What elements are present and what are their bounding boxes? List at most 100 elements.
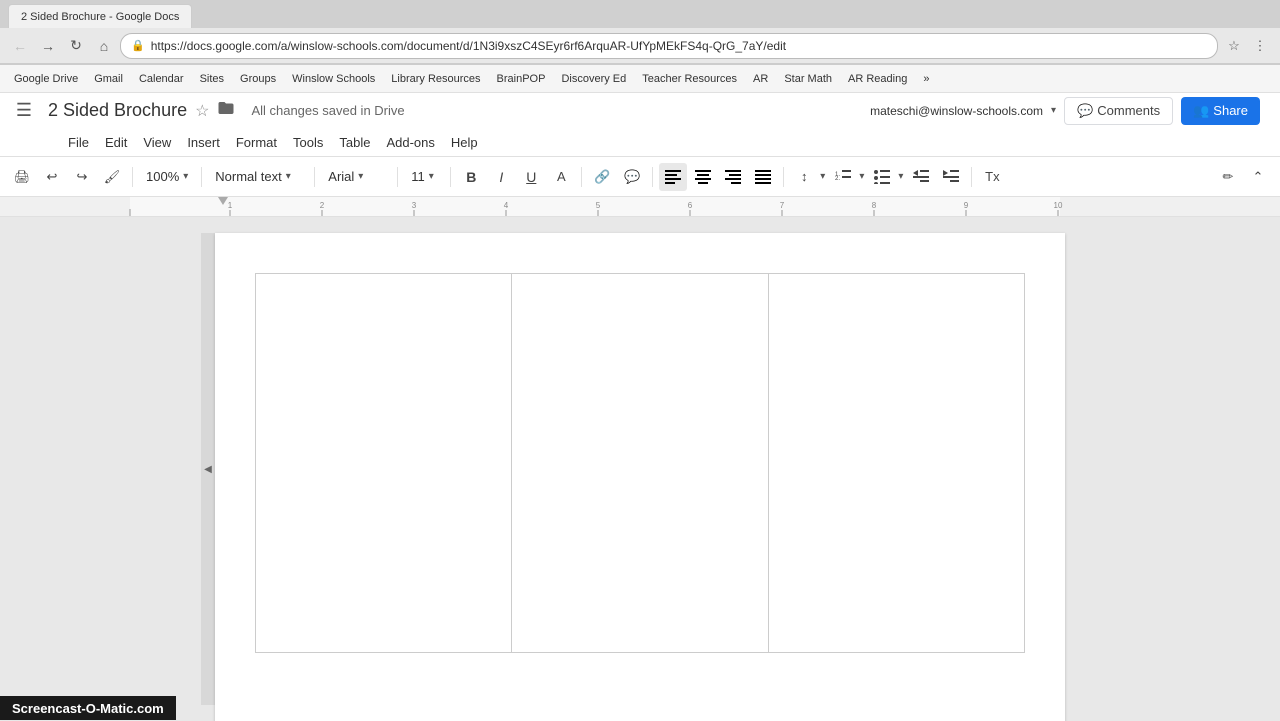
share-people-icon: 👥 [1193,103,1209,119]
align-right-button[interactable] [719,163,747,191]
style-caret-icon: ▾ [286,171,291,182]
undo-button[interactable]: ↩ [38,163,66,191]
reload-button[interactable]: ↻ [64,34,88,58]
numbered-list-button[interactable]: 1.2. [829,163,857,191]
table-cell-2[interactable] [512,274,768,653]
bookmark-item-drive[interactable]: Google Drive [8,71,84,87]
font-caret-icon: ▾ [358,171,363,182]
menu-view[interactable]: View [135,131,179,154]
document-page[interactable]: | [215,233,1065,721]
divider-7 [652,167,653,187]
print-button[interactable]: 🖨 [8,163,36,191]
indent-decrease-button[interactable] [907,163,935,191]
font-value: Arial [328,169,354,184]
divider-8 [783,167,784,187]
bookmark-item-teacher[interactable]: Teacher Resources [636,71,743,87]
table-cell-3[interactable] [768,274,1024,653]
paint-format-button[interactable]: 🖌 [98,163,126,191]
ssl-lock-icon: 🔒 [131,39,145,52]
back-button[interactable]: ← [8,34,32,58]
comments-icon: 💬 [1077,103,1093,119]
brochure-table [255,273,1025,653]
svg-text:4: 4 [504,201,509,210]
insert-link-button[interactable]: 🔗 [588,163,616,191]
browser-menu-icon[interactable]: ⋮ [1248,34,1272,58]
fontsize-select[interactable]: 11 ▾ [404,164,444,190]
bookmark-item-winslow[interactable]: Winslow Schools [286,71,381,87]
bookmark-item-brainpop[interactable]: BrainPOP [491,71,552,87]
svg-text:8: 8 [872,201,877,210]
favorite-star-icon[interactable]: ☆ [195,101,209,121]
bookmark-item-starmath[interactable]: Star Math [778,71,838,87]
address-bar[interactable]: 🔒 https://docs.google.com/a/winslow-scho… [120,33,1218,59]
gdocs-app: ☰ 2 Sided Brochure ☆ All changes saved i… [0,93,1280,721]
move-to-folder-icon[interactable] [217,99,235,122]
comments-button[interactable]: 💬 Comments [1064,97,1173,125]
insert-comment-button[interactable]: 💬 [618,163,646,191]
bookmark-item-ar[interactable]: AR [747,71,774,87]
ruler-markings: 1 2 3 4 5 6 7 8 9 10 [0,197,1280,217]
style-value: Normal text [215,169,281,184]
bookmark-star-icon[interactable]: ☆ [1222,34,1246,58]
docs-body[interactable]: ◀ | [0,217,1280,721]
docs-header: ☰ 2 Sided Brochure ☆ All changes saved i… [0,93,1280,157]
font-select[interactable]: Arial ▾ [321,164,391,190]
menu-format[interactable]: Format [228,131,285,154]
menu-addons[interactable]: Add-ons [378,131,442,154]
bold-button[interactable]: B [457,163,485,191]
bookmark-item-calendar[interactable]: Calendar [133,71,190,87]
svg-text:9: 9 [964,201,969,210]
align-left-button[interactable] [659,163,687,191]
home-button[interactable]: ⌂ [92,34,116,58]
align-justify-button[interactable] [749,163,777,191]
bullet-list-button[interactable] [868,163,896,191]
underline-button[interactable]: U [517,163,545,191]
menu-tools[interactable]: Tools [285,131,331,154]
browser-tabs: 2 Sided Brochure - Google Docs [0,0,1280,28]
svg-text:2.: 2. [835,176,840,182]
redo-button[interactable]: ↪ [68,163,96,191]
user-menu-caret-icon[interactable]: ▾ [1051,105,1056,116]
share-button[interactable]: 👥 Share [1181,97,1260,125]
svg-text:5: 5 [596,201,601,210]
hamburger-menu-icon[interactable]: ☰ [8,95,40,127]
menu-table[interactable]: Table [331,131,378,154]
docs-toolbar: 🖨 ↩ ↪ 🖌 100% ▾ Normal text ▾ Arial ▾ 11 … [0,157,1280,197]
menu-edit[interactable]: Edit [97,131,135,154]
doc-title[interactable]: 2 Sided Brochure [48,100,187,121]
menu-file[interactable]: File [60,131,97,154]
active-tab[interactable]: 2 Sided Brochure - Google Docs [8,4,192,28]
table-cell-1[interactable] [256,274,512,653]
bookmark-item-reading[interactable]: AR Reading [842,71,913,87]
browser-toolbar: ← → ↻ ⌂ 🔒 https://docs.google.com/a/wins… [0,28,1280,64]
text-color-button[interactable]: A [547,163,575,191]
menu-help[interactable]: Help [443,131,486,154]
bookmark-item-library[interactable]: Library Resources [385,71,486,87]
clear-formatting-button[interactable]: Tx [978,163,1006,191]
forward-button[interactable]: → [36,34,60,58]
bookmark-item-groups[interactable]: Groups [234,71,282,87]
bookmark-item-more[interactable]: » [917,71,935,87]
fontsize-caret-icon: ▾ [429,171,434,182]
docs-menubar: File Edit View Insert Format Tools Table… [0,128,1280,156]
divider-3 [314,167,315,187]
sidebar-toggle[interactable]: ◀ [201,233,215,705]
bookmark-item-sites[interactable]: Sites [194,71,230,87]
bookmark-item-gmail[interactable]: Gmail [88,71,129,87]
user-email[interactable]: mateschi@winslow-schools.com [870,104,1043,118]
header-right: mateschi@winslow-schools.com ▾ 💬 Comment… [870,97,1272,125]
menu-insert[interactable]: Insert [179,131,228,154]
bookmark-item-discovery[interactable]: Discovery Ed [555,71,632,87]
line-spacing-button[interactable]: ↕ [790,163,818,191]
align-center-button[interactable] [689,163,717,191]
url-text: https://docs.google.com/a/winslow-school… [151,39,1207,53]
divider-1 [132,167,133,187]
divider-2 [201,167,202,187]
style-select[interactable]: Normal text ▾ [208,164,308,190]
zoom-select[interactable]: 100% ▾ [139,164,195,190]
edit-mode-button[interactable]: ✏ [1214,163,1242,191]
docs-title-bar: ☰ 2 Sided Brochure ☆ All changes saved i… [0,93,1280,128]
indent-increase-button[interactable] [937,163,965,191]
italic-button[interactable]: I [487,163,515,191]
toolbar-expand-button[interactable]: ⌃ [1244,163,1272,191]
